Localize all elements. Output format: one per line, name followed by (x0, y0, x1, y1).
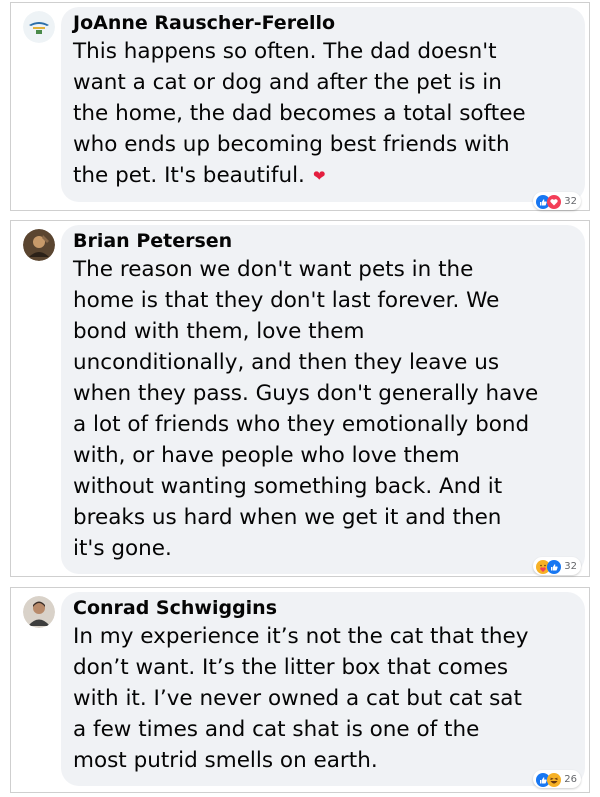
comment-text: In my experience it’s not the cat that t… (73, 624, 529, 773)
comment-bubble: Brian Petersen The reason we don't want … (61, 225, 585, 574)
comment-card: Brian Petersen The reason we don't want … (10, 220, 590, 577)
comment-author[interactable]: Brian Petersen (73, 228, 573, 254)
like-icon (547, 559, 562, 574)
comment-bubble: JoAnne Rauscher-Ferello This happens so … (61, 7, 585, 202)
avatar[interactable] (23, 229, 55, 261)
heart-emoji-icon: ❤ (312, 167, 326, 185)
reaction-count: 26 (564, 773, 577, 785)
comment-author[interactable]: Conrad Schwiggins (73, 595, 573, 621)
love-icon (547, 194, 562, 209)
comment-body: This happens so often. The dad doesn't w… (73, 39, 526, 188)
reaction-summary[interactable]: 26 (533, 770, 581, 788)
comment-bubble: Conrad Schwiggins In my experience it’s … (61, 592, 585, 786)
avatar[interactable] (23, 596, 55, 628)
reaction-summary[interactable]: 32 (533, 557, 581, 575)
comment-card: JoAnne Rauscher-Ferello This happens so … (10, 2, 590, 211)
haha-icon (547, 772, 562, 787)
comment-card: Conrad Schwiggins In my experience it’s … (10, 587, 590, 793)
reaction-count: 32 (564, 195, 577, 207)
comment-text: The reason we don't want pets in the hom… (73, 257, 539, 561)
reaction-count: 32 (564, 560, 577, 572)
comment-text: This happens so often. The dad doesn't w… (73, 36, 573, 192)
reaction-summary[interactable]: 32 (533, 192, 581, 210)
comment-author[interactable]: JoAnne Rauscher-Ferello (73, 10, 573, 36)
avatar[interactable] (23, 11, 55, 43)
